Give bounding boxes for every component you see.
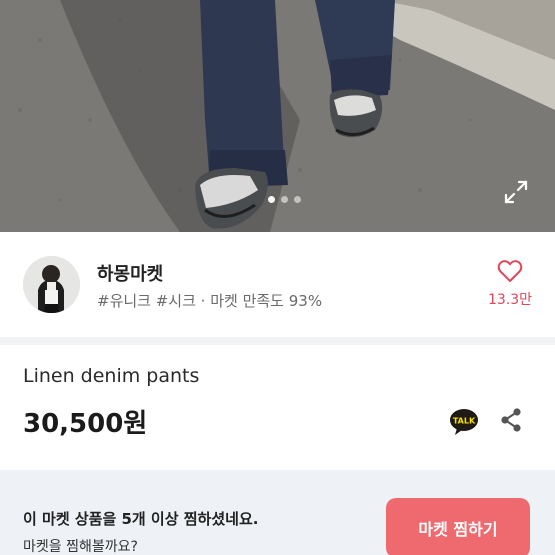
follow-market-banner: 이 마켓 상품을 5개 이상 찜하셨네요. 마켓을 찜해볼까요? 마켓 찜하기 <box>0 470 555 555</box>
product-info: Linen denim pants 30,500원 TALK <box>0 345 555 470</box>
kakaotalk-icon[interactable]: TALK <box>449 408 479 436</box>
favorite-count: 13.3만 <box>487 292 533 308</box>
carousel-dot <box>268 196 275 203</box>
carousel-dot <box>294 196 301 203</box>
seller-avatar[interactable] <box>23 256 80 313</box>
follow-market-button[interactable]: 마켓 찜하기 <box>386 498 530 555</box>
product-photo[interactable] <box>0 0 555 232</box>
heart-icon[interactable] <box>497 259 523 283</box>
share-icon[interactable] <box>499 407 523 433</box>
favorite-button[interactable]: 13.3만 <box>486 259 534 309</box>
expand-icon[interactable] <box>503 179 529 205</box>
svg-text:TALK: TALK <box>453 417 476 426</box>
product-price: 30,500원 <box>23 409 148 439</box>
seller-name[interactable]: 하몽마켓 <box>97 260 163 286</box>
seller-meta: #유니크 #시크 · 마켓 만족도 93% <box>97 292 323 310</box>
banner-subtitle: 마켓을 찜해볼까요? <box>23 539 138 555</box>
carousel-indicator <box>268 196 301 203</box>
seller-section[interactable]: 하몽마켓 #유니크 #시크 · 마켓 만족도 93% 13.3만 <box>0 232 555 337</box>
carousel-dot <box>281 196 288 203</box>
section-divider <box>0 337 555 345</box>
banner-title: 이 마켓 상품을 5개 이상 찜하셨네요. <box>23 510 259 528</box>
product-title: Linen denim pants <box>23 365 200 387</box>
